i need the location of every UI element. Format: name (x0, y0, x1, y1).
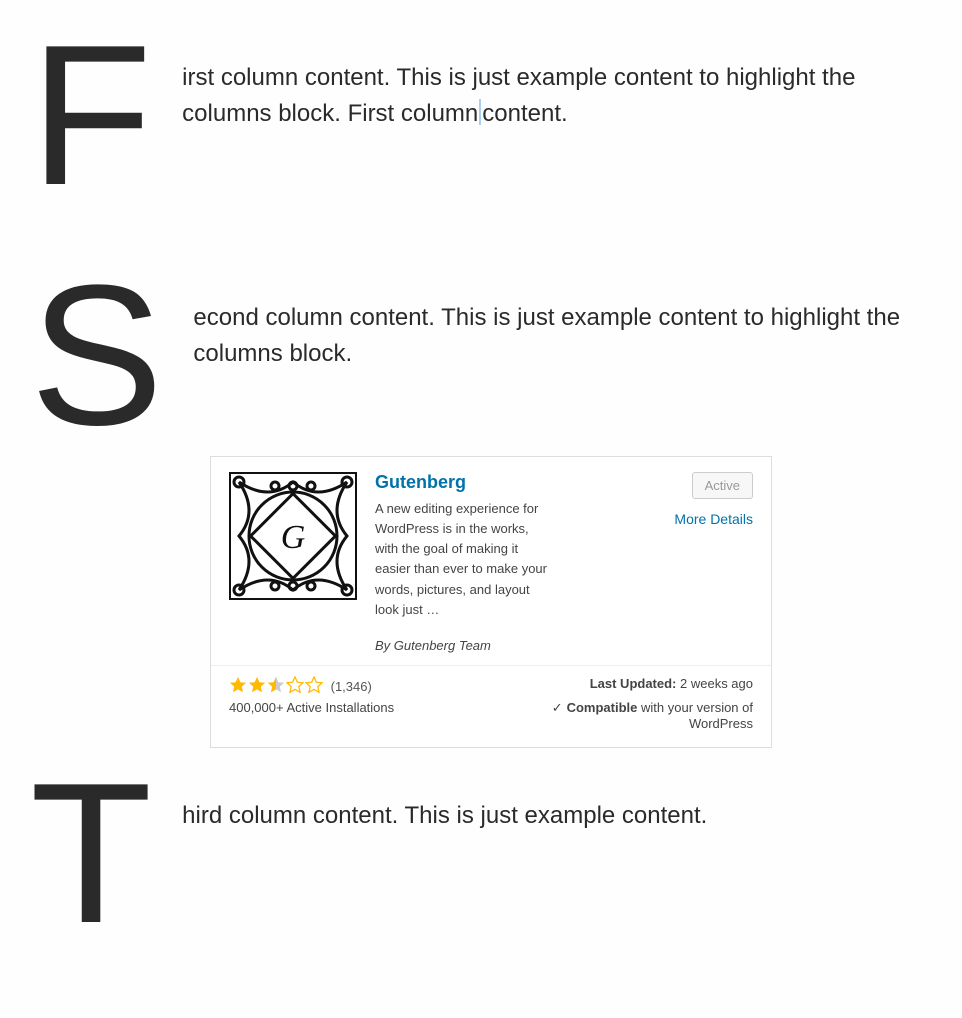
active-installs: 400,000+ Active Installations (229, 700, 394, 715)
rating-cell: (1,346) (229, 676, 491, 694)
plugin-action-column: Active More Details (633, 472, 753, 653)
star-empty-icon (286, 676, 304, 694)
plugin-card: G Gutenberg A new editing experience for… (210, 456, 772, 748)
paragraph-first-text: irst column content. This is just exampl… (30, 40, 932, 132)
plugin-name[interactable]: Gutenberg (375, 472, 615, 493)
gutenberg-icon: G (229, 472, 357, 600)
dropcap-f: F (30, 28, 152, 204)
last-updated-value: 2 weeks ago (676, 676, 753, 691)
plugin-description: A new editing experience for WordPress i… (375, 499, 555, 620)
svg-text:G: G (281, 519, 306, 556)
installs-cell: 400,000+ Active Installations (229, 700, 491, 731)
compatible-rest: with your version of WordPress (637, 700, 753, 731)
compatible-cell: ✓ Compatible with your version of WordPre… (491, 700, 753, 731)
rating-count: (1,346) (331, 679, 372, 694)
compatible-label: Compatible (567, 700, 638, 715)
dropcap-t: T (30, 766, 152, 942)
plugin-card-body: G Gutenberg A new editing experience for… (211, 457, 771, 665)
star-icon (248, 676, 266, 694)
plugin-card-footer: (1,346) Last Updated: 2 weeks ago 400,00… (211, 665, 771, 747)
last-updated-cell: Last Updated: 2 weeks ago (491, 676, 753, 694)
dropcap-s: S (30, 268, 163, 444)
gutenberg-icon-svg: G (229, 472, 357, 600)
paragraph-second-text: econd column content. This is just examp… (30, 280, 932, 372)
star-icon (229, 676, 247, 694)
star-empty-icon (305, 676, 323, 694)
last-updated-label: Last Updated: (590, 676, 677, 691)
active-button: Active (692, 472, 753, 499)
plugin-icon-column: G (229, 472, 357, 653)
star-half-icon (267, 676, 285, 694)
paragraph-third[interactable]: T hird column content. This is just exam… (30, 778, 932, 958)
star-rating (229, 676, 323, 694)
document-page: F irst column content. This is just exam… (0, 0, 962, 1018)
paragraph-second[interactable]: S econd column content. This is just exa… (30, 280, 932, 420)
plugin-info-column: Gutenberg A new editing experience for W… (375, 472, 615, 653)
text-cursor (479, 99, 481, 125)
paragraph-third-text: hird column content. This is just exampl… (30, 778, 932, 834)
more-details-link[interactable]: More Details (674, 511, 753, 527)
plugin-author: By Gutenberg Team (375, 638, 615, 653)
paragraph-first[interactable]: F irst column content. This is just exam… (30, 40, 932, 220)
para1-part2: content. (482, 100, 567, 127)
checkmark-icon: ✓ (552, 700, 563, 715)
